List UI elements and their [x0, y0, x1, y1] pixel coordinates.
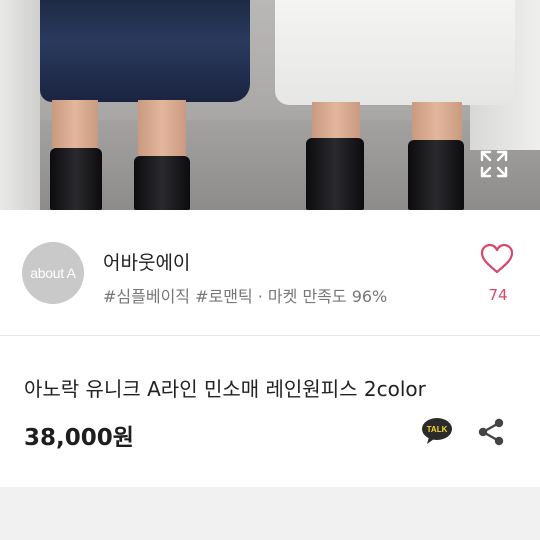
avatar-logo: about A	[30, 265, 76, 281]
navy-dress	[40, 0, 250, 102]
like-count: 74	[488, 286, 508, 304]
left-model-boot-2	[134, 156, 190, 210]
product-price: 38,000원	[24, 425, 134, 451]
section-divider	[0, 335, 540, 336]
kakaotalk-share-icon[interactable]: TALK	[421, 417, 453, 445]
product-photo[interactable]	[0, 0, 540, 210]
left-model-leg-2	[138, 100, 186, 162]
heart-icon[interactable]	[480, 243, 514, 275]
seller-avatar[interactable]: about A	[22, 242, 84, 304]
photo-wall	[0, 0, 40, 210]
right-model-boot-1	[306, 138, 364, 210]
left-model-boot-1	[50, 148, 102, 210]
share-icon[interactable]	[476, 417, 506, 447]
expand-icon[interactable]	[478, 148, 510, 180]
product-title: 아노락 유니크 A라인 민소매 레인원피스 2color	[24, 377, 426, 401]
seller-tags: #심플베이직 #로맨틱 · 마켓 만족도 96%	[103, 287, 388, 306]
seller-section[interactable]: about A 어바웃에이 #심플베이직 #로맨틱 · 마켓 만족도 96%	[0, 210, 540, 335]
kakao-label: TALK	[427, 425, 448, 434]
seller-name[interactable]: 어바웃에이	[103, 248, 190, 275]
right-model-boot-2	[408, 140, 464, 210]
bottom-spacer	[0, 487, 540, 540]
white-dress	[275, 0, 515, 105]
